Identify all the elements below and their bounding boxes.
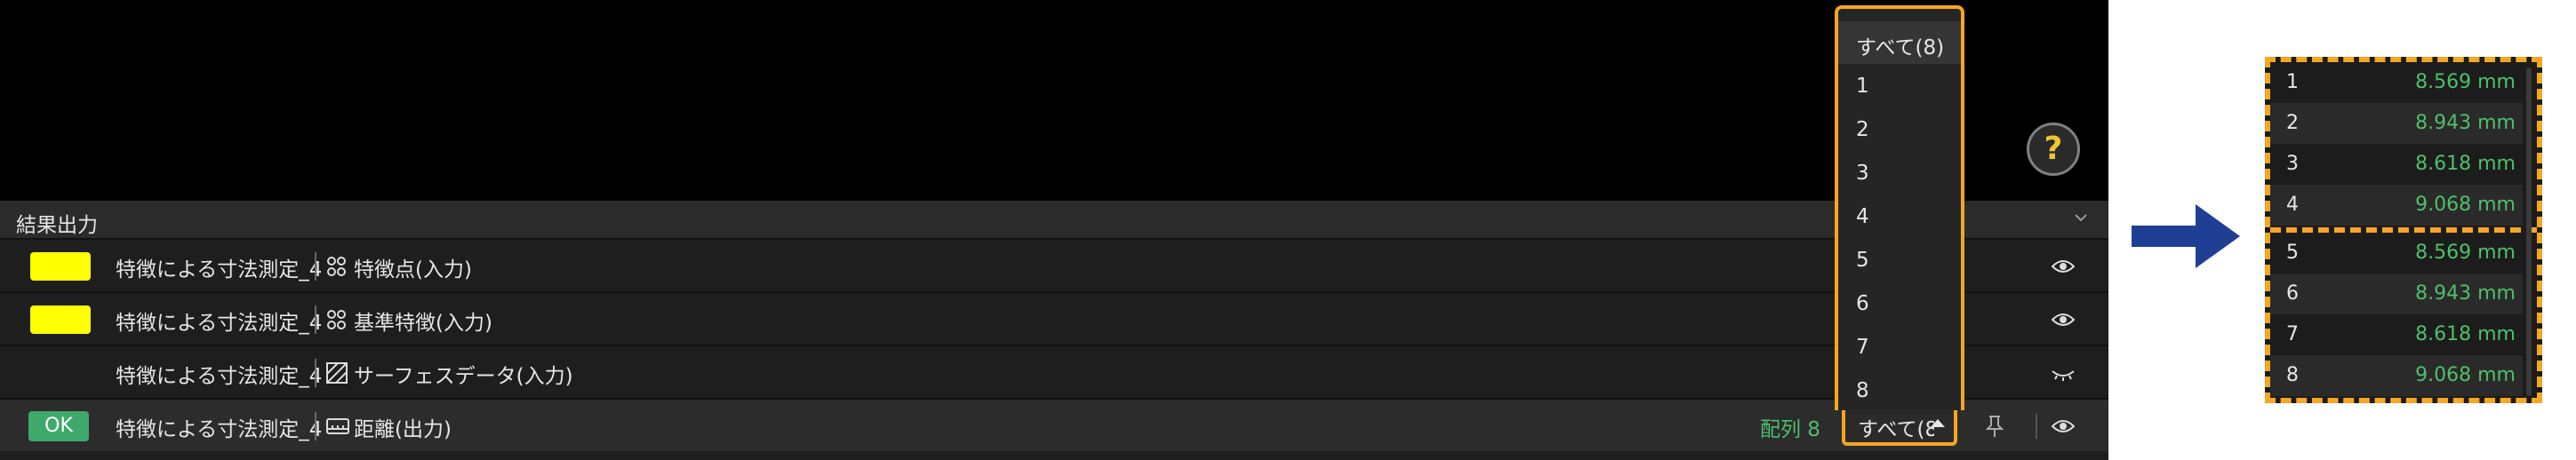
panel-header[interactable]: 結果出力 [0, 201, 2108, 238]
surface-hatch-icon [326, 362, 348, 384]
row-output-label: 特徴点(入力) [354, 258, 472, 282]
index-dropdown-list: すべて(8) 1 2 3 4 5 6 7 8 [1835, 5, 1964, 410]
divider [315, 359, 316, 387]
row-source-name: 特徴による寸法測定_4 [116, 258, 323, 282]
row-source-name: 特徴による寸法測定_4 [116, 312, 323, 335]
list-item: 4 9.068 mm [2270, 185, 2523, 226]
dropdown-option-all[interactable]: すべて(8) [1838, 21, 1961, 64]
dropdown-option[interactable]: 2 [1838, 109, 1961, 152]
help-button[interactable]: ? [2027, 123, 2080, 176]
result-row[interactable]: 特徴による寸法測定_4 特徴点(入力) [0, 238, 2108, 291]
result-row[interactable]: 特徴による寸法測定_4 基準特徴(入力) [0, 291, 2108, 345]
list-item: 3 8.618 mm [2286, 153, 2516, 175]
feature-points-icon [327, 310, 346, 329]
feature-points-icon [327, 257, 346, 276]
ok-status-badge: OK [28, 411, 89, 441]
list-item: 8 9.068 mm [2270, 355, 2523, 396]
zoomed-results-list: 1 8.569 mm 2 8.943 mm 3 8.618 mm 4 9.068 mm … [2265, 57, 2542, 403]
scrollbar[interactable] [2526, 67, 2532, 396]
chevron-down-icon[interactable] [2073, 210, 2089, 226]
row-output-label: 基準特徴(入力) [354, 312, 492, 335]
dropdown-option[interactable]: 5 [1838, 240, 1961, 282]
divider [315, 252, 316, 281]
eye-icon[interactable] [2052, 310, 2075, 329]
array-count-label: 配列 8 [1760, 418, 1820, 441]
dropdown-option[interactable]: 1 [1838, 66, 1961, 108]
pin-icon[interactable] [1984, 414, 2005, 439]
dropdown-option[interactable]: 3 [1838, 153, 1961, 195]
list-item: 7 8.618 mm [2286, 323, 2516, 345]
divider [2036, 414, 2037, 439]
list-item: 6 8.943 mm [2270, 274, 2523, 314]
select-value: すべて(8) [1858, 418, 1934, 441]
dropdown-option[interactable]: 8 [1838, 370, 1961, 413]
dropdown-option[interactable]: 4 [1838, 196, 1961, 239]
row-output-label: 距離(出力) [354, 418, 452, 441]
arrow-right-icon [2132, 204, 2240, 268]
row-source-name: 特徴による寸法測定_4 [116, 418, 323, 441]
result-row[interactable]: 特徴による寸法測定_4 サーフェスデータ(入力) [0, 345, 2108, 398]
color-swatch[interactable] [30, 305, 91, 334]
divider [315, 305, 316, 334]
panel-title: 結果出力 [16, 214, 98, 237]
dropdown-option[interactable]: 6 [1838, 283, 1961, 326]
eye-icon[interactable] [2052, 416, 2075, 436]
3d-viewport[interactable]: ? [0, 0, 2108, 201]
caret-up-icon [1931, 419, 1945, 427]
row-source-name: 特徴による寸法測定_4 [116, 365, 323, 388]
distance-ruler-icon [326, 418, 349, 434]
dropdown-option[interactable]: 7 [1838, 327, 1961, 369]
list-item: 1 8.569 mm [2286, 71, 2516, 93]
list-item: 5 8.569 mm [2286, 242, 2516, 264]
eye-icon[interactable] [2052, 257, 2075, 276]
divider [315, 412, 316, 440]
result-row[interactable]: OK 特徴による寸法測定_4 距離(出力) 配列 8 すべて(8) [0, 398, 2108, 451]
list-item: 2 8.943 mm [2270, 103, 2523, 144]
app-window: ? 結果出力 特徴による寸法測定_4 特徴点(入力) 特徴による寸法測定_4 基… [0, 0, 2108, 460]
eye-closed-icon[interactable] [2052, 363, 2075, 383]
results-output-panel: 結果出力 特徴による寸法測定_4 特徴点(入力) 特徴による寸法測定_4 基準特… [0, 201, 2108, 460]
row-output-label: サーフェスデータ(入力) [354, 365, 573, 388]
color-swatch[interactable] [30, 252, 91, 281]
